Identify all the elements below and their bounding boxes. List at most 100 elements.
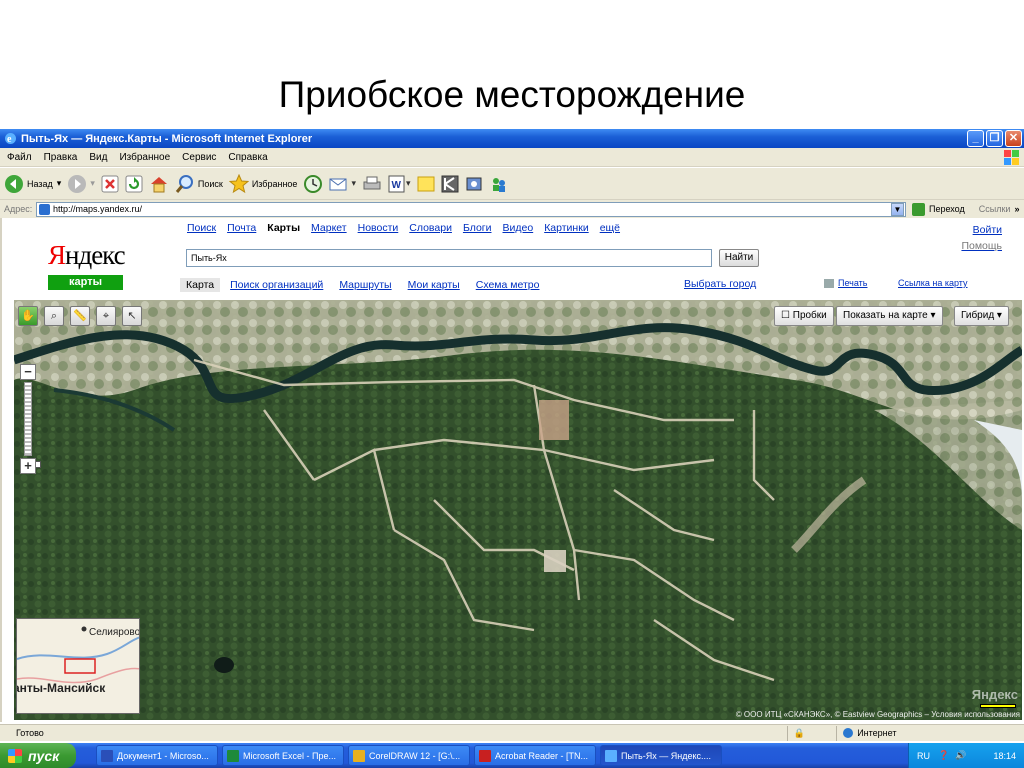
zoom-in-icon[interactable]: + xyxy=(20,458,36,474)
overview-minimap[interactable]: Селиярово анты-Мансийск xyxy=(16,618,140,714)
map-watermark-logo: Яндекс xyxy=(971,687,1018,702)
printer-icon xyxy=(363,176,381,189)
service-link-images[interactable]: Картинки xyxy=(544,222,589,234)
messenger-button[interactable] xyxy=(465,175,483,193)
task-coreldraw[interactable]: CorelDRAW 12 - [G:\... xyxy=(348,745,470,766)
back-arrow-icon xyxy=(5,174,23,193)
search-icon xyxy=(175,174,193,193)
tab-metro[interactable]: Схема метро xyxy=(476,279,540,291)
address-label: Адрес: xyxy=(4,204,33,214)
address-input[interactable]: http://maps.yandex.ru/ ▼ xyxy=(36,201,906,217)
buddies-button[interactable] xyxy=(489,175,509,193)
window-titlebar[interactable]: e Пыть-Ях — Яндекс.Карты - Microsoft Int… xyxy=(0,129,1024,148)
service-badge[interactable]: карты xyxy=(48,275,123,290)
star-icon xyxy=(228,173,249,193)
service-link-video[interactable]: Видео xyxy=(503,222,534,234)
start-label: пуск xyxy=(28,747,60,764)
task-acrobat[interactable]: Acrobat Reader - [TN... xyxy=(474,745,596,766)
zoom-slider-track[interactable] xyxy=(24,382,41,468)
menu-view[interactable]: Вид xyxy=(89,152,107,163)
search-button[interactable]: Поиск xyxy=(175,174,223,194)
print-button[interactable] xyxy=(362,175,382,193)
service-link-market[interactable]: Маркет xyxy=(311,222,347,234)
hand-tool-icon[interactable]: ✋ xyxy=(18,306,38,326)
menu-favorites[interactable]: Избранное xyxy=(119,152,170,163)
volume-icon[interactable]: 🔊 xyxy=(955,750,966,761)
chevron-down-icon: ▾ xyxy=(994,310,1002,321)
address-dropdown-icon[interactable]: ▼ xyxy=(891,202,904,216)
status-text: Готово xyxy=(16,728,44,738)
zoom-out-icon[interactable]: − xyxy=(20,364,36,380)
address-bar: Адрес: http://maps.yandex.ru/ ▼ Переход … xyxy=(0,200,1024,218)
minimize-button[interactable]: _ xyxy=(967,130,984,147)
layer-dropdown[interactable]: Гибрид ▾ xyxy=(954,306,1009,326)
choose-city-link[interactable]: Выбрать город xyxy=(684,278,756,290)
map-scale-bar xyxy=(980,704,1016,708)
links-button[interactable]: Ссылки xyxy=(979,204,1011,214)
task-label-word: Документ1 - Microso... xyxy=(117,750,209,761)
help-icon[interactable]: ❓ xyxy=(938,750,949,761)
map-link[interactable]: Ссылка на карту xyxy=(898,278,968,288)
layer-label: Гибрид xyxy=(961,310,995,321)
stop-button[interactable] xyxy=(101,175,119,193)
home-button[interactable] xyxy=(149,175,169,193)
tab-org-search[interactable]: Поиск организаций xyxy=(230,279,323,291)
address-url: http://maps.yandex.ru/ xyxy=(53,204,143,214)
service-link-maps[interactable]: Карты xyxy=(267,222,300,234)
language-indicator[interactable]: RU xyxy=(917,751,930,761)
toolbar-overflow-icon[interactable]: » xyxy=(1014,204,1019,214)
edit-button[interactable]: W ▾ xyxy=(388,175,411,193)
print-link[interactable]: Печать xyxy=(824,278,867,288)
help-link[interactable]: Помощь xyxy=(961,238,1002,254)
menu-bar: Файл Правка Вид Избранное Сервис Справка xyxy=(0,148,1024,167)
menu-help[interactable]: Справка xyxy=(228,152,267,163)
find-button[interactable]: Найти xyxy=(719,249,759,267)
search-input[interactable]: Пыть-Ях xyxy=(186,249,712,267)
minimap-label-seliyarovo: Селиярово xyxy=(89,627,140,638)
service-link-blogs[interactable]: Блоги xyxy=(463,222,492,234)
service-link-mail[interactable]: Почта xyxy=(227,222,256,234)
research-button[interactable] xyxy=(441,175,459,193)
service-link-more[interactable]: ещё xyxy=(600,222,620,234)
service-link-news[interactable]: Новости xyxy=(358,222,399,234)
pointer-tool-icon[interactable]: ↖ xyxy=(122,306,142,326)
zoom-tool-icon[interactable]: ⌕ xyxy=(44,306,64,326)
back-button[interactable]: Назад ▾ xyxy=(4,174,61,194)
refresh-icon xyxy=(125,175,143,192)
map-copyright[interactable]: © ООО ИТЦ «СКАНЭКС», © Eastview Geograph… xyxy=(736,710,1020,719)
yandex-logo-rest: ндекс xyxy=(65,240,126,270)
maximize-button[interactable]: ❐ xyxy=(986,130,1003,147)
login-link[interactable]: Войти xyxy=(961,222,1002,238)
tab-map[interactable]: Карта xyxy=(180,278,221,292)
service-link-dictionaries[interactable]: Словари xyxy=(409,222,452,234)
start-button[interactable]: пуск xyxy=(0,743,76,768)
menu-file[interactable]: Файл xyxy=(7,152,32,163)
note-icon xyxy=(417,176,434,191)
ruler-tool-icon[interactable]: 📏 xyxy=(70,306,90,326)
refresh-button[interactable] xyxy=(125,175,143,193)
menu-tools[interactable]: Сервис xyxy=(182,152,216,163)
status-cell: 🔒 xyxy=(786,725,836,741)
maps-subnav: Карта Поиск организаций Маршруты Мои кар… xyxy=(180,278,555,292)
forward-button[interactable]: ▾ xyxy=(67,174,95,194)
security-icon: 🔒 xyxy=(793,727,805,738)
menu-edit[interactable]: Правка xyxy=(44,152,78,163)
map-tools: ✋ ⌕ 📏 ⌖ ↖ xyxy=(18,306,148,326)
task-excel[interactable]: Microsoft Excel - Пре... xyxy=(222,745,344,766)
close-button[interactable]: ✕ xyxy=(1005,130,1022,147)
service-link-search[interactable]: Поиск xyxy=(187,222,216,234)
task-word[interactable]: Документ1 - Microso... xyxy=(96,745,218,766)
satellite-map[interactable]: ✋ ⌕ 📏 ⌖ ↖ ☐ Пробки Показать на карте ▾ Г… xyxy=(14,300,1022,720)
tab-my-maps[interactable]: Мои карты xyxy=(408,279,460,291)
traffic-button[interactable]: ☐ Пробки xyxy=(774,306,834,326)
history-button[interactable] xyxy=(303,174,323,194)
show-on-map-dropdown[interactable]: Показать на карте ▾ xyxy=(836,306,943,326)
tab-routes[interactable]: Маршруты xyxy=(339,279,391,291)
route-tool-icon[interactable]: ⌖ xyxy=(96,306,116,326)
favorites-button[interactable]: Избранное xyxy=(228,173,297,194)
task-ie[interactable]: Пыть-Ях — Яндекс.... xyxy=(600,745,722,766)
mail-button[interactable]: ▾ xyxy=(329,175,356,193)
go-button[interactable]: Переход xyxy=(912,202,965,216)
notes-button[interactable] xyxy=(417,175,435,193)
yandex-logo[interactable]: Яндекс xyxy=(48,240,126,271)
